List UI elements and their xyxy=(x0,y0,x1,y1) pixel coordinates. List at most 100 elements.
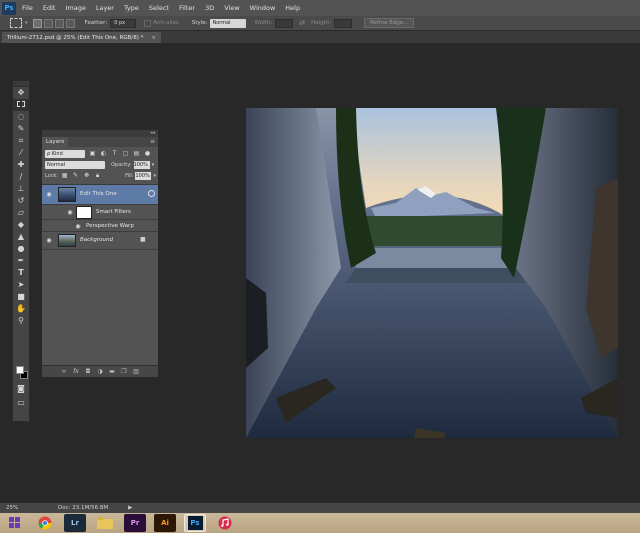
layer-row-background[interactable]: ◉ Background ■ xyxy=(42,232,158,250)
taskbar-photoshop[interactable]: Ps xyxy=(184,514,206,532)
zoom-tool-icon[interactable]: ⚲ xyxy=(13,315,29,327)
menu-view[interactable]: View xyxy=(224,4,239,12)
visibility-eye-icon[interactable]: ◉ xyxy=(74,223,82,231)
paint-bucket-tool-icon[interactable]: ◆ xyxy=(13,219,29,231)
menu-edit[interactable]: Edit xyxy=(43,4,56,12)
taskbar-lightroom[interactable]: Lr xyxy=(64,514,86,532)
taskbar-illustrator[interactable]: Ai xyxy=(154,514,176,532)
add-mask-icon[interactable]: ◘ xyxy=(83,367,93,377)
taskbar-chrome[interactable] xyxy=(34,514,56,532)
tab-layers[interactable]: Layers xyxy=(42,137,69,147)
new-layer-icon[interactable]: ❐ xyxy=(119,367,129,377)
lasso-tool-icon[interactable]: ◌ xyxy=(13,111,29,123)
crop-tool-icon[interactable]: ⌗ xyxy=(13,135,29,147)
document-canvas[interactable] xyxy=(246,108,618,438)
taskbar-explorer[interactable] xyxy=(94,514,116,532)
feather-input[interactable]: 0 px xyxy=(110,18,137,28)
status-menu-arrow-icon[interactable]: ▶ xyxy=(128,505,132,511)
eraser-tool-icon[interactable]: ▱ xyxy=(13,207,29,219)
style-select[interactable]: Normal xyxy=(210,18,247,28)
lock-all-icon[interactable]: 🔒︎ xyxy=(94,172,101,179)
new-group-icon[interactable]: ▬ xyxy=(107,367,117,377)
lock-transparency-icon[interactable]: ▦ xyxy=(61,172,68,179)
layer-name[interactable]: Perspective Warp xyxy=(86,223,134,229)
fill-dropdown-icon[interactable]: ▾ xyxy=(153,173,156,179)
shape-filter-icon[interactable]: ▢ xyxy=(122,150,129,157)
menu-type[interactable]: Type xyxy=(124,4,139,12)
intersect-selection-button[interactable] xyxy=(65,18,75,28)
hand-tool-icon[interactable]: ✋ xyxy=(13,303,29,315)
document-tab[interactable]: Trillium-2712.psd @ 25% (Edit This One, … xyxy=(2,32,162,43)
anti-alias-checkbox[interactable] xyxy=(144,19,152,27)
new-selection-button[interactable] xyxy=(32,18,42,28)
menu-image[interactable]: Image xyxy=(65,4,85,12)
lock-position-icon[interactable]: ✥ xyxy=(83,172,90,179)
dodge-tool-icon[interactable]: ● xyxy=(13,243,29,255)
pen-tool-icon[interactable]: ✒ xyxy=(13,255,29,267)
eyedropper-tool-icon[interactable]: ⁄ xyxy=(13,147,29,159)
opacity-dropdown-icon[interactable]: ▾ xyxy=(152,162,155,168)
add-to-selection-button[interactable] xyxy=(43,18,53,28)
filter-toggle-icon[interactable]: ● xyxy=(144,150,151,157)
menu-window[interactable]: Window xyxy=(250,4,276,12)
rectangle-tool-icon[interactable]: ■ xyxy=(13,291,29,303)
layer-style-icon[interactable]: fx xyxy=(71,367,81,377)
kind-filter-select[interactable]: ρ Kind xyxy=(45,149,85,158)
delete-layer-icon[interactable]: ▥ xyxy=(131,367,141,377)
menu-help[interactable]: Help xyxy=(285,4,300,12)
preset-dropdown-icon[interactable]: ▾ xyxy=(25,20,28,26)
screen-mode-icon[interactable]: ▭ xyxy=(13,397,29,409)
lock-image-icon[interactable]: ✎ xyxy=(72,172,79,179)
panel-menu-icon[interactable]: ≡ xyxy=(150,137,155,147)
layer-row-smart-filters[interactable]: ◉ Smart Filters xyxy=(42,205,158,220)
layer-row-perspective-warp[interactable]: ◉ Perspective Warp xyxy=(42,220,158,232)
layer-name[interactable]: Smart Filters xyxy=(96,209,131,215)
type-tool-icon[interactable]: T xyxy=(13,267,29,279)
visibility-eye-icon[interactable]: ◉ xyxy=(66,209,74,217)
path-selection-tool-icon[interactable]: ➤ xyxy=(13,279,29,291)
fill-input[interactable]: 100% xyxy=(135,171,152,180)
smart-filter-toggle-icon[interactable] xyxy=(148,190,155,197)
marquee-tool-preset-icon[interactable] xyxy=(10,18,22,28)
quick-selection-tool-icon[interactable]: ✎ xyxy=(13,123,29,135)
new-adjustment-layer-icon[interactable]: ◑ xyxy=(95,367,105,377)
type-filter-icon[interactable]: T xyxy=(111,150,118,157)
adjustment-filter-icon[interactable]: ◐ xyxy=(100,150,107,157)
move-tool-icon[interactable]: ✥ xyxy=(13,87,29,99)
refine-edge-button[interactable]: Refine Edge... xyxy=(364,18,415,28)
visibility-eye-icon[interactable]: ◉ xyxy=(45,191,53,199)
clone-stamp-tool-icon[interactable]: ⊥ xyxy=(13,183,29,195)
quick-mask-icon[interactable]: ◙ xyxy=(13,383,29,395)
windows-start-button[interactable] xyxy=(4,514,26,532)
zoom-level[interactable]: 25% xyxy=(6,505,28,511)
taskbar-itunes[interactable] xyxy=(214,514,236,532)
menu-file[interactable]: File xyxy=(22,4,33,12)
rectangular-marquee-tool-icon[interactable] xyxy=(13,99,29,111)
brush-tool-icon[interactable]: ∕ xyxy=(13,171,29,183)
healing-brush-tool-icon[interactable]: ✚ xyxy=(13,159,29,171)
blend-mode-select[interactable]: Normal xyxy=(45,160,105,169)
width-input[interactable] xyxy=(275,18,294,28)
link-layers-icon[interactable]: ∞ xyxy=(59,367,69,377)
layer-row-edit-this-one[interactable]: ◉ Edit This One xyxy=(42,185,158,205)
history-brush-tool-icon[interactable]: ↺ xyxy=(13,195,29,207)
taskbar-premiere[interactable]: Pr xyxy=(124,514,146,532)
swap-width-height-icon[interactable]: ⇄ xyxy=(299,19,305,27)
menu-3d[interactable]: 3D xyxy=(205,4,214,12)
pixel-filter-icon[interactable]: ▣ xyxy=(89,150,96,157)
foreground-color-swatch[interactable] xyxy=(16,366,24,374)
subtract-from-selection-button[interactable] xyxy=(54,18,64,28)
menu-filter[interactable]: Filter xyxy=(179,4,195,12)
blur-tool-icon[interactable]: ▲ xyxy=(13,231,29,243)
panel-collapse-icon[interactable]: ◂◂ xyxy=(42,130,158,137)
opacity-input[interactable]: 100% xyxy=(133,160,150,169)
layer-name[interactable]: Edit This One xyxy=(80,191,117,197)
default-colors-icon[interactable] xyxy=(13,327,29,335)
smart-object-filter-icon[interactable]: ▤ xyxy=(133,150,140,157)
menu-select[interactable]: Select xyxy=(149,4,169,12)
menu-layer[interactable]: Layer xyxy=(96,4,114,12)
layer-name[interactable]: Background xyxy=(80,237,113,243)
height-input[interactable] xyxy=(334,18,353,28)
close-icon[interactable]: × xyxy=(151,35,156,41)
visibility-eye-icon[interactable]: ◉ xyxy=(45,237,53,245)
